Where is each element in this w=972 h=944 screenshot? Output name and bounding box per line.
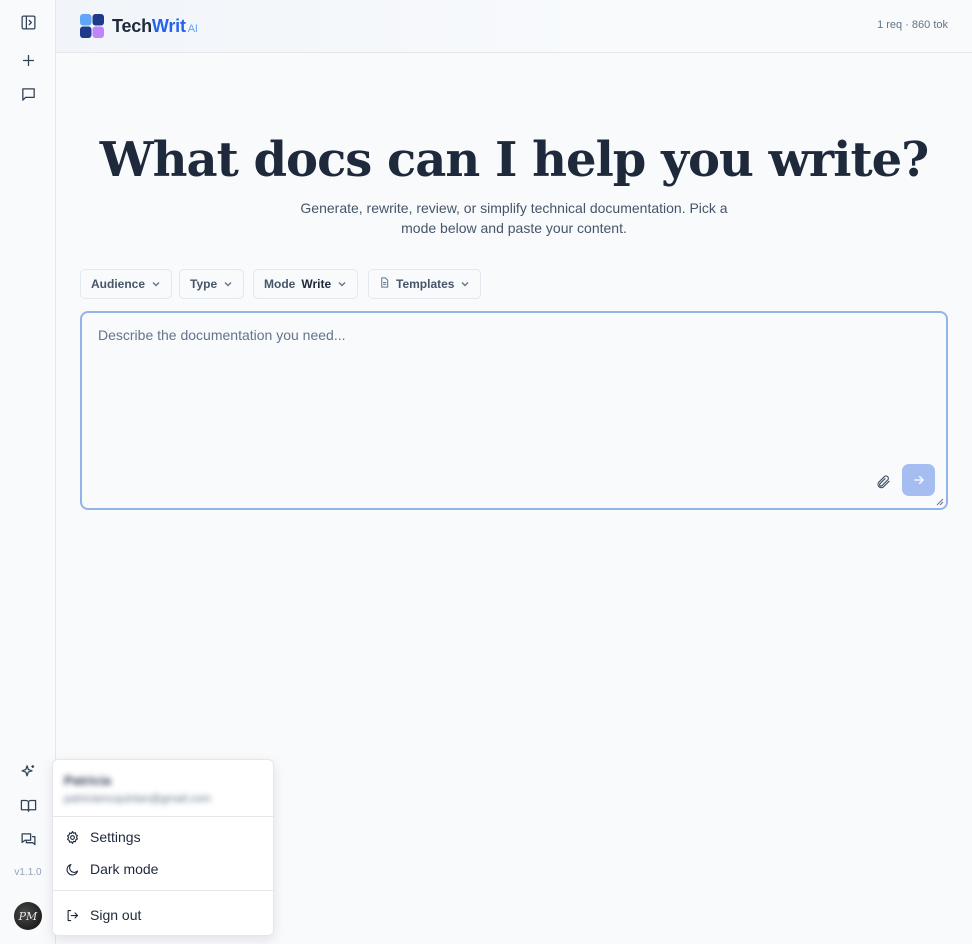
book-icon[interactable] xyxy=(16,793,40,817)
menu-divider xyxy=(53,816,273,817)
templates-dropdown[interactable]: Templates xyxy=(368,269,482,299)
templates-label: Templates xyxy=(396,277,455,291)
gear-icon xyxy=(67,830,78,844)
document-icon xyxy=(379,277,390,291)
mode-dropdown[interactable]: Mode Write xyxy=(253,269,359,299)
sidebar-rail: v1.1.0 PM xyxy=(0,0,56,944)
resize-handle-icon[interactable] xyxy=(936,498,944,506)
techwrit-logo-icon xyxy=(80,14,104,38)
moon-icon xyxy=(66,863,79,875)
avatar[interactable]: PM xyxy=(14,902,42,930)
sparkles-icon[interactable] xyxy=(16,759,40,783)
chat-history-icon[interactable] xyxy=(16,82,40,106)
brand-tech: Tech xyxy=(112,16,152,36)
menu-item-label: Dark mode xyxy=(90,861,159,877)
audience-dropdown[interactable]: Audience xyxy=(80,269,173,299)
brand-ai: AI xyxy=(187,23,198,35)
menu-item-label: Sign out xyxy=(90,907,142,923)
toggle-sidebar-icon[interactable] xyxy=(16,10,40,34)
page-subtitle: Generate, rewrite, review, or simplify t… xyxy=(300,200,728,236)
usage-counter: 1 req · 860 tok xyxy=(877,19,948,31)
sign-out-icon xyxy=(67,909,79,921)
brand-writ: Writ xyxy=(151,16,186,36)
user-name: Patricia xyxy=(64,773,111,788)
brand-name: TechWrit AI xyxy=(112,16,198,37)
menu-item-settings[interactable]: Settings xyxy=(53,823,273,851)
top-header: TechWrit AI 1 req · 860 tok xyxy=(56,0,972,53)
arrow-right-icon xyxy=(913,475,924,485)
chevron-down-icon xyxy=(152,282,160,287)
prompt-input[interactable] xyxy=(98,327,878,467)
app-version: v1.1.0 xyxy=(14,867,42,878)
menu-item-label: Settings xyxy=(90,829,141,845)
chevron-down-icon xyxy=(338,282,346,287)
menu-divider xyxy=(53,890,273,891)
mode-label: Mode xyxy=(264,277,296,291)
paperclip-icon[interactable] xyxy=(872,471,894,493)
mode-value: Write xyxy=(301,277,332,291)
type-label: Type xyxy=(190,277,218,291)
feedback-icon[interactable] xyxy=(16,827,40,851)
menu-item-sign-out[interactable]: Sign out xyxy=(53,901,273,929)
send-button[interactable] xyxy=(902,464,935,496)
page-title: What docs can I help you write? xyxy=(99,132,930,188)
user-menu: Patricia patriciamcquinlan@gmail.com Set… xyxy=(52,759,274,936)
new-chat-icon[interactable] xyxy=(16,48,40,72)
menu-item-dark-mode[interactable]: Dark mode xyxy=(53,855,273,883)
audience-label: Audience xyxy=(91,277,146,291)
chevron-down-icon xyxy=(461,282,469,287)
type-dropdown[interactable]: Type xyxy=(179,269,245,299)
prompt-box xyxy=(80,311,948,510)
user-email: patriciamcquinlan@gmail.com xyxy=(64,793,211,805)
chevron-down-icon xyxy=(224,282,232,287)
